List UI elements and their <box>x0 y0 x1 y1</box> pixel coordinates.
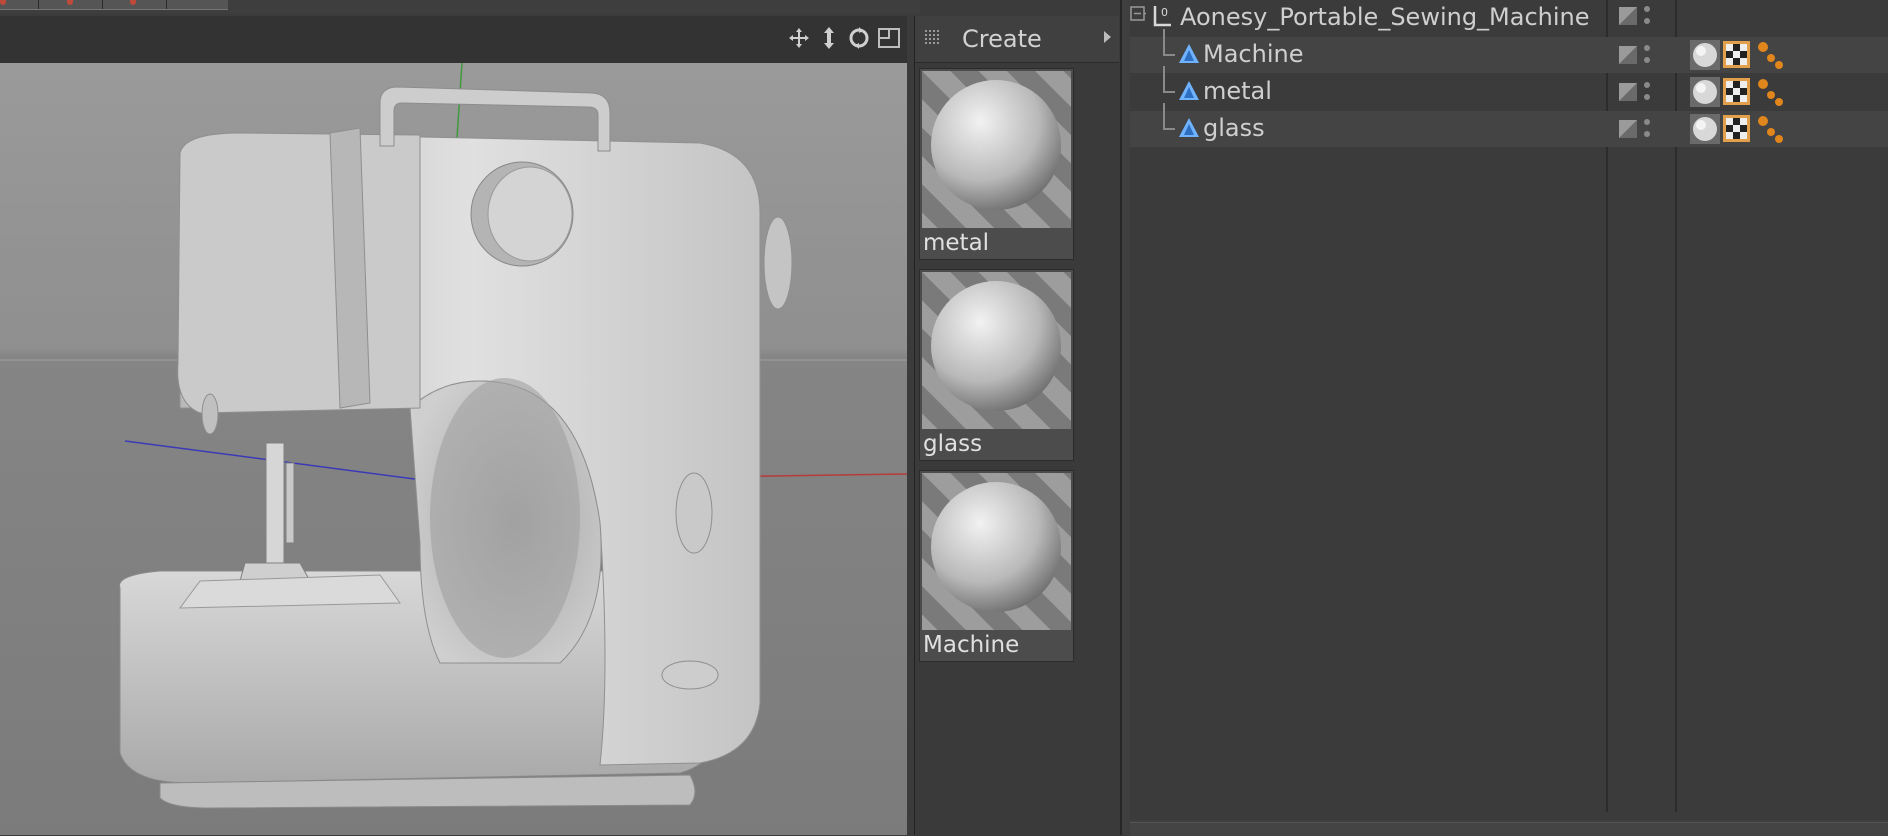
polygon-object-icon <box>1179 81 1199 100</box>
toolbar-mark <box>0 0 6 5</box>
toggle-view-icon[interactable] <box>877 26 901 50</box>
layer-toggle-icon[interactable] <box>1619 120 1637 138</box>
viewport-header <box>0 16 907 64</box>
object-row[interactable]: metal <box>1130 66 1888 110</box>
toolbar-mark <box>67 0 73 5</box>
material-preview-icon <box>922 71 1071 228</box>
material-swatch[interactable]: metal <box>919 68 1074 260</box>
tree-line <box>1163 29 1165 55</box>
toolbar-divider <box>102 0 103 9</box>
toolbar-mark <box>130 0 136 5</box>
material-preview-icon <box>922 272 1071 429</box>
material-tag-icon[interactable] <box>1690 40 1720 70</box>
zoom-view-icon[interactable] <box>817 26 841 50</box>
visibility-dots-icon[interactable] <box>1644 4 1650 28</box>
top-strip <box>0 0 920 14</box>
phong-tag-icon[interactable] <box>1755 40 1785 70</box>
texture-tag-icon[interactable] <box>1723 78 1750 105</box>
object-manager-scrollbar[interactable] <box>1130 822 1888 836</box>
material-swatch[interactable]: Machine <box>919 470 1074 662</box>
object-row[interactable]: Machine <box>1130 29 1888 73</box>
tree-line <box>1163 54 1175 56</box>
polygon-object-icon <box>1179 44 1199 63</box>
material-preview-icon <box>922 473 1071 630</box>
material-tag-icon[interactable] <box>1690 114 1720 144</box>
tree-line <box>1163 103 1165 129</box>
layer-toggle-icon[interactable] <box>1619 83 1637 101</box>
null-object-icon: 0 <box>1153 6 1171 27</box>
viewport-scene <box>0 63 907 835</box>
toolbar-remnant[interactable] <box>0 0 228 10</box>
tree-line <box>1163 91 1175 93</box>
toolbar-divider <box>166 0 167 9</box>
object-row-root[interactable]: 0 Aonesy_Portable_Sewing_Machine <box>1130 0 1888 36</box>
create-menu[interactable]: Create <box>962 25 1042 53</box>
move-view-icon[interactable] <box>787 26 811 50</box>
panel-grip-icon[interactable] <box>925 30 941 46</box>
menu-arrow-icon[interactable] <box>1104 31 1111 43</box>
object-name[interactable]: Machine <box>1203 40 1303 68</box>
object-manager: 0 Aonesy_Portable_Sewing_Machine Machine… <box>1120 0 1888 836</box>
tree-line <box>1163 128 1175 130</box>
material-swatch[interactable]: glass <box>919 269 1074 461</box>
object-name[interactable]: Aonesy_Portable_Sewing_Machine <box>1180 3 1590 31</box>
visibility-dots-icon[interactable] <box>1644 80 1650 104</box>
rotate-view-icon[interactable] <box>847 26 871 50</box>
viewport-nav <box>787 26 901 50</box>
svg-text:0: 0 <box>1161 6 1168 19</box>
visibility-dots-icon[interactable] <box>1644 43 1650 67</box>
material-name: glass <box>923 431 983 457</box>
layer-toggle-icon[interactable] <box>1619 7 1637 25</box>
toolbar-divider <box>38 0 39 9</box>
collapse-icon[interactable] <box>1130 6 1146 22</box>
texture-tag-icon[interactable] <box>1723 41 1750 68</box>
polygon-object-icon <box>1179 118 1199 137</box>
material-manager: Create metal glass Machine <box>914 16 1119 835</box>
material-manager-header: Create <box>915 16 1119 63</box>
visibility-dots-icon[interactable] <box>1644 117 1650 141</box>
tree-line <box>1163 66 1165 92</box>
viewport-3d[interactable] <box>0 63 907 835</box>
phong-tag-icon[interactable] <box>1755 77 1785 107</box>
object-name[interactable]: glass <box>1203 114 1265 142</box>
object-row[interactable]: glass <box>1130 103 1888 147</box>
phong-tag-icon[interactable] <box>1755 114 1785 144</box>
texture-tag-icon[interactable] <box>1723 115 1750 142</box>
layer-toggle-icon[interactable] <box>1619 46 1637 64</box>
material-name: Machine <box>923 632 1020 658</box>
object-name[interactable]: metal <box>1203 77 1272 105</box>
material-name: metal <box>923 230 990 256</box>
material-tag-icon[interactable] <box>1690 77 1720 107</box>
